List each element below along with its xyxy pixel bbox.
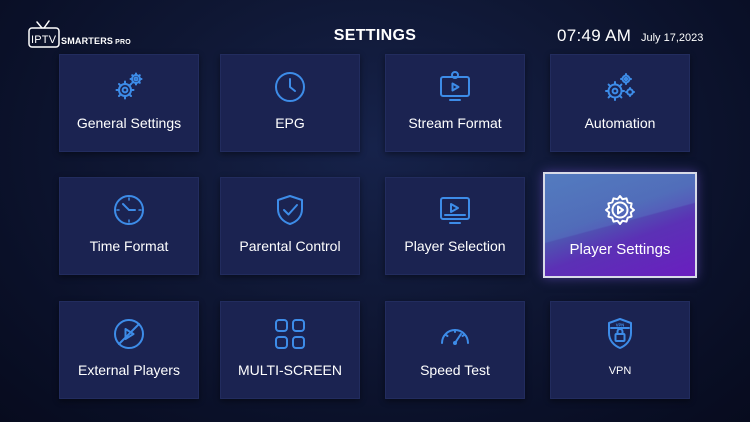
shield-check-icon xyxy=(273,193,307,227)
vpn-shield-icon: VPN xyxy=(603,317,637,351)
tile-label: Player Selection xyxy=(404,238,506,254)
tile-label: EPG xyxy=(275,115,305,131)
tile-stream-format[interactable]: Stream Format xyxy=(385,54,525,152)
grid-icon xyxy=(273,317,307,351)
tile-label: Automation xyxy=(584,115,656,131)
time-format-icon xyxy=(112,193,146,227)
tile-time-format[interactable]: Time Format xyxy=(59,177,199,275)
tile-epg[interactable]: EPG xyxy=(220,54,360,152)
tile-player-settings[interactable]: Player Settings xyxy=(543,172,697,278)
tile-parental-control[interactable]: Parental Control xyxy=(220,177,360,275)
tile-label: Parental Control xyxy=(239,238,341,254)
tile-automation[interactable]: Automation xyxy=(550,54,690,152)
tile-general-settings[interactable]: General Settings xyxy=(59,54,199,152)
player-screen-icon xyxy=(438,193,472,227)
tile-label: Stream Format xyxy=(408,115,502,131)
tile-speed-test[interactable]: Speed Test xyxy=(385,301,525,399)
gear-play-icon xyxy=(603,193,637,227)
clock-time: 07:49 AM xyxy=(557,26,632,45)
tile-label: Time Format xyxy=(89,238,169,254)
tile-label: Player Settings xyxy=(569,241,671,258)
header: IPTV SMARTERS PRO SETTINGS 07:49 AM July … xyxy=(0,0,750,54)
svg-text:VPN: VPN xyxy=(616,323,625,328)
tile-label: VPN xyxy=(608,365,632,377)
speedometer-icon xyxy=(438,317,472,351)
page-title: SETTINGS xyxy=(333,27,417,44)
automation-gears-icon xyxy=(603,70,637,104)
clock-icon xyxy=(273,70,307,104)
clock-date: July 17,2023 xyxy=(641,32,704,44)
gears-icon xyxy=(112,70,146,104)
external-player-icon xyxy=(112,317,146,351)
tile-vpn[interactable]: VPN VPN xyxy=(550,301,690,399)
stream-screen-icon xyxy=(438,70,472,104)
tile-label: External Players xyxy=(78,362,180,378)
tile-external-players[interactable]: External Players xyxy=(59,301,199,399)
tile-label: General Settings xyxy=(76,115,182,131)
tile-player-selection[interactable]: Player Selection xyxy=(385,177,525,275)
tile-label: Speed Test xyxy=(420,362,490,378)
tile-multi-screen[interactable]: MULTI-SCREEN xyxy=(220,301,360,399)
tile-label: MULTI-SCREEN xyxy=(238,362,342,378)
